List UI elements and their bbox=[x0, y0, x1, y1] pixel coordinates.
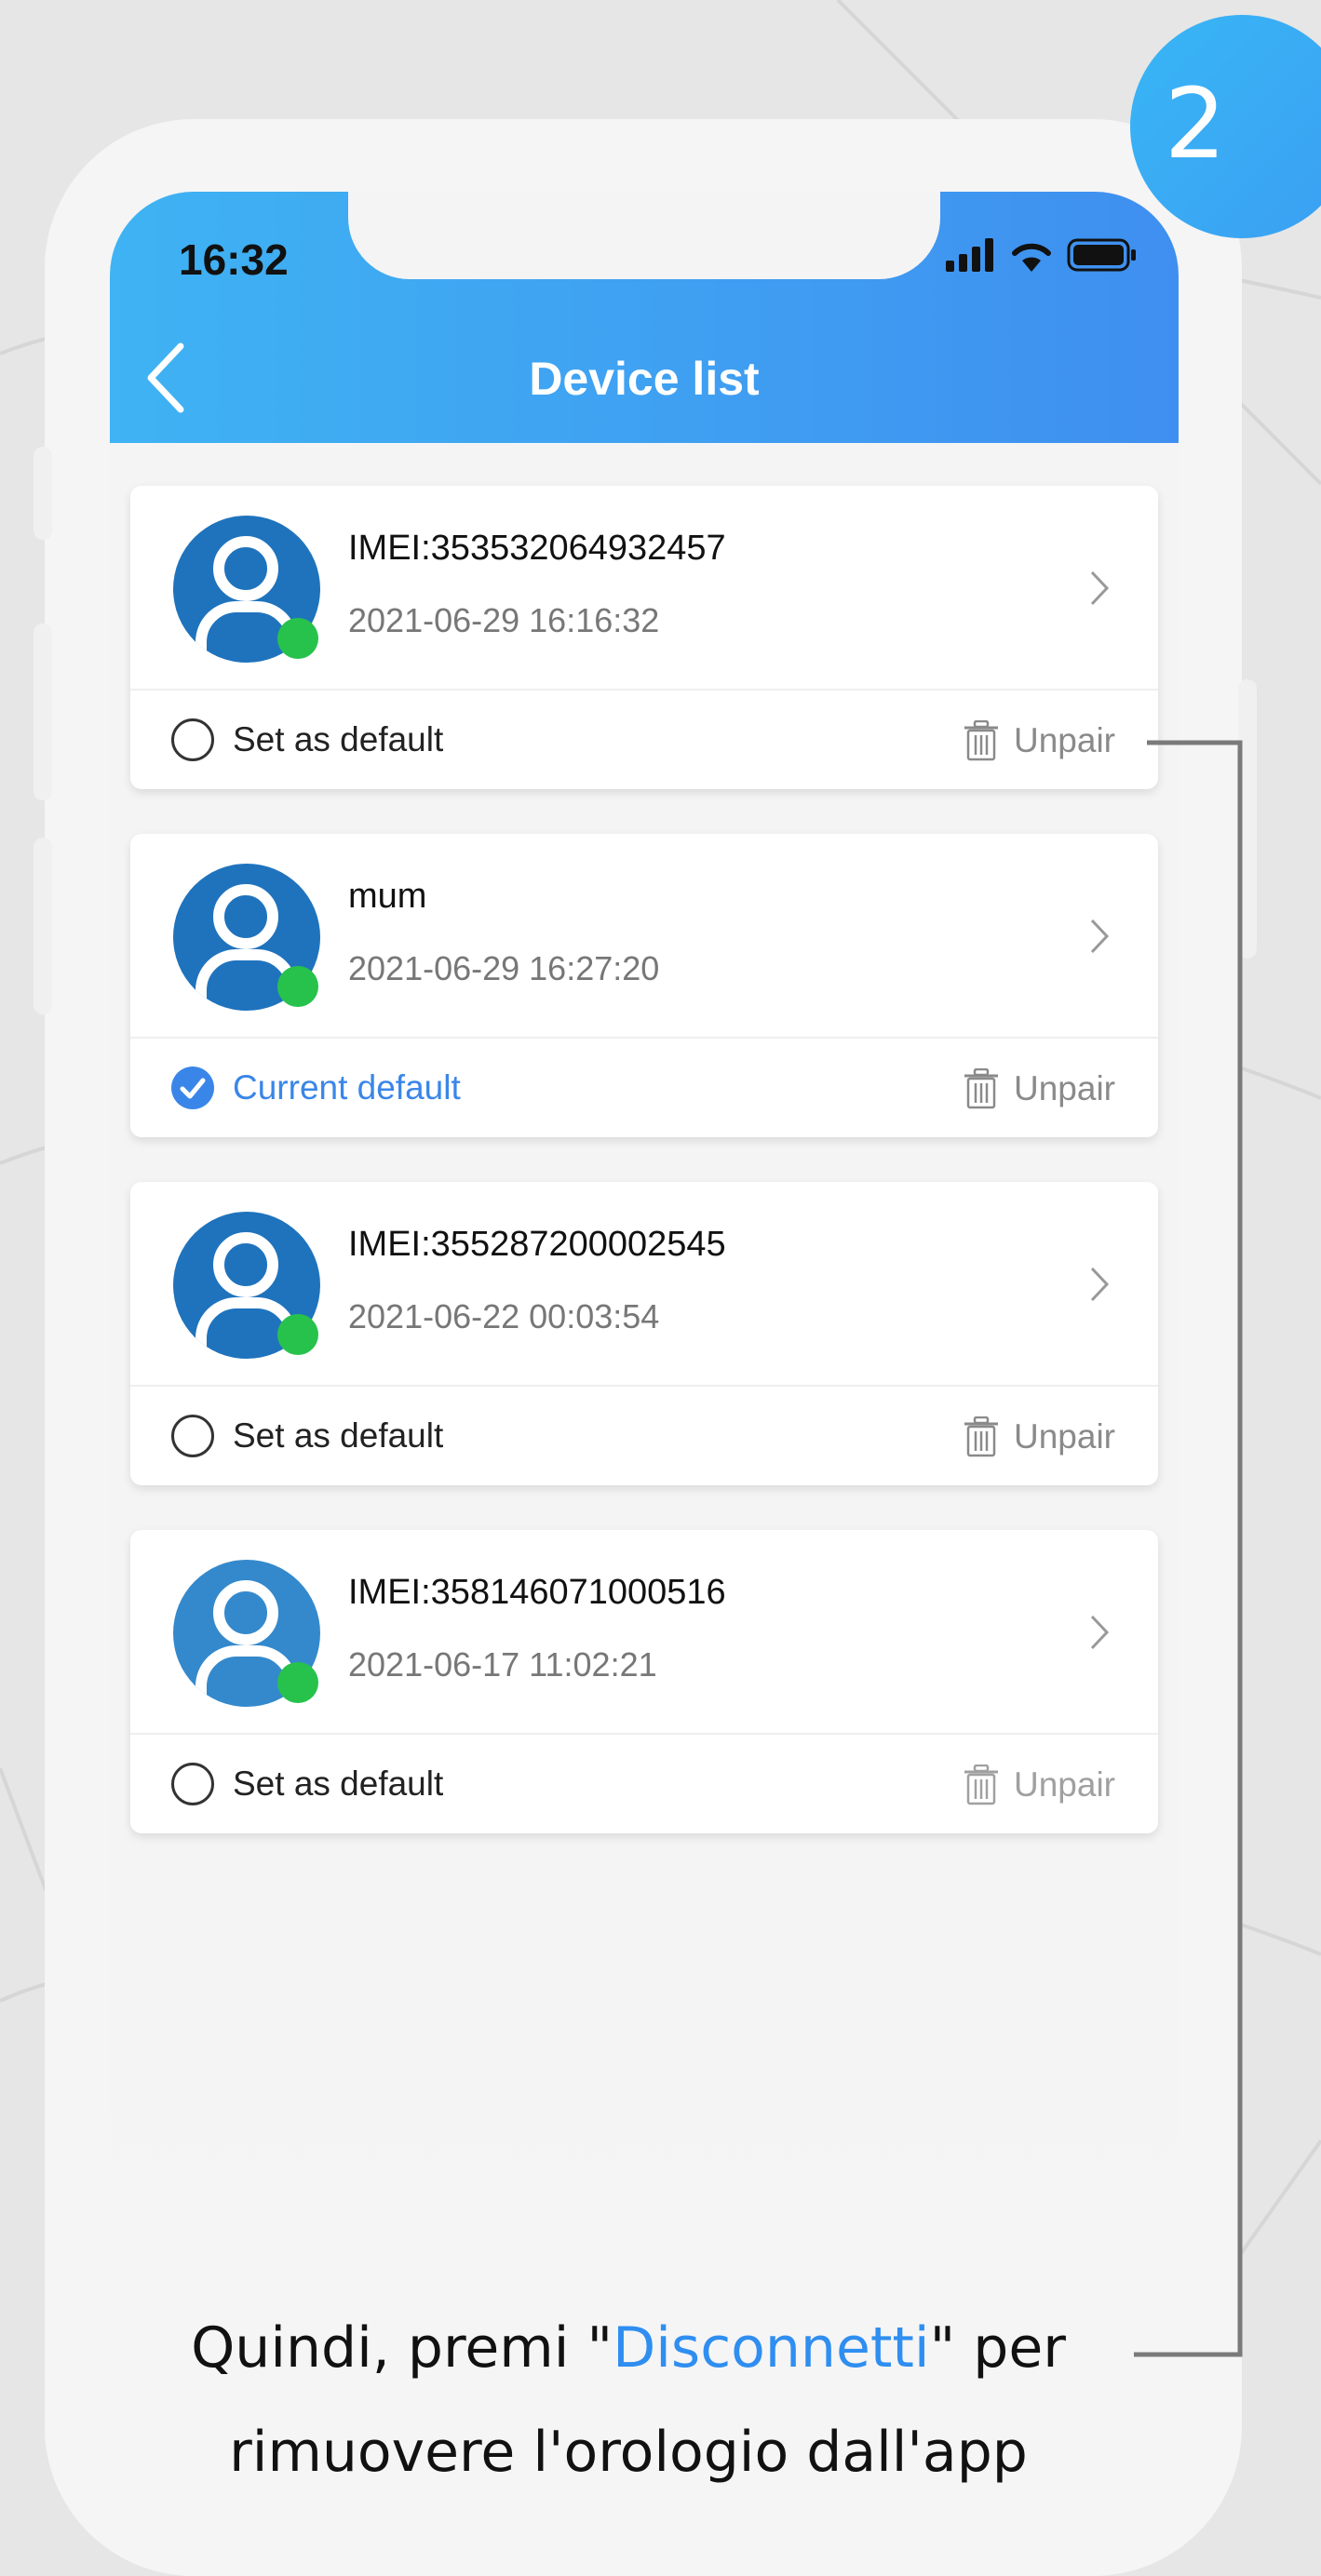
caption-text: " per bbox=[929, 2315, 1066, 2381]
caption-highlight: Disconnetti bbox=[613, 2315, 930, 2381]
caption-line-2: rimuovere l'orologio dall'app bbox=[229, 2420, 1028, 2485]
caption-text: Quindi, premi " bbox=[191, 2315, 613, 2381]
callout-connector-line bbox=[1134, 740, 1243, 2357]
caption-line-1: Quindi, premi "Disconnetti" per bbox=[112, 2315, 1145, 2381]
